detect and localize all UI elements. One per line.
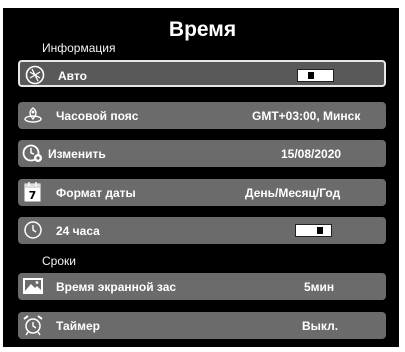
clock-icon [24, 221, 42, 239]
section-header-info: Информация [42, 41, 116, 55]
setting-value: GMT+03:00, Минск [252, 109, 361, 123]
setting-row-date-format[interactable]: 7 Формат даты День/Месяц/Год [18, 179, 386, 206]
screen-image-icon [23, 278, 43, 294]
setting-row-auto[interactable]: Авто [18, 60, 386, 87]
setting-value: 5мин [304, 280, 335, 294]
location-pin-icon [24, 107, 42, 123]
setting-row-change[interactable]: Изменить 15/08/2020 [18, 140, 386, 167]
clock-settings-icon [22, 144, 42, 162]
setting-label: 24 часа [56, 224, 100, 238]
setting-label: Время экранной зас [56, 280, 177, 294]
calendar-icon: 7 [24, 182, 41, 202]
auto-sync-icon [25, 65, 45, 85]
alarm-clock-icon [23, 315, 43, 336]
calendar-icon-digit: 7 [29, 189, 37, 202]
setting-label: Часовой пояс [56, 109, 139, 123]
setting-row-24h[interactable]: 24 часа [18, 217, 386, 244]
section-header-terms: Сроки [42, 254, 76, 268]
setting-label: Авто [58, 69, 87, 83]
setting-row-timezone[interactable]: Часовой пояс GMT+03:00, Минск [18, 102, 386, 129]
setting-value: Выкл. [302, 319, 339, 333]
toggle-knob [308, 72, 314, 79]
24h-toggle[interactable] [295, 224, 332, 237]
time-settings-screen: Время Информация Авто Часовой пояс GMT+0… [0, 0, 405, 352]
setting-label: Формат даты [56, 186, 136, 200]
setting-value: 15/08/2020 [281, 147, 342, 161]
toggle-knob [317, 227, 323, 234]
page-title: Время [168, 18, 237, 41]
setting-label: Таймер [56, 319, 100, 333]
setting-value: День/Месяц/Год [245, 186, 341, 200]
auto-toggle[interactable] [297, 69, 334, 82]
setting-row-timer[interactable]: Таймер Выкл. [18, 312, 386, 339]
setting-row-screensaver[interactable]: Время экранной зас 5мин [18, 273, 386, 300]
setting-label: Изменить [48, 147, 106, 161]
